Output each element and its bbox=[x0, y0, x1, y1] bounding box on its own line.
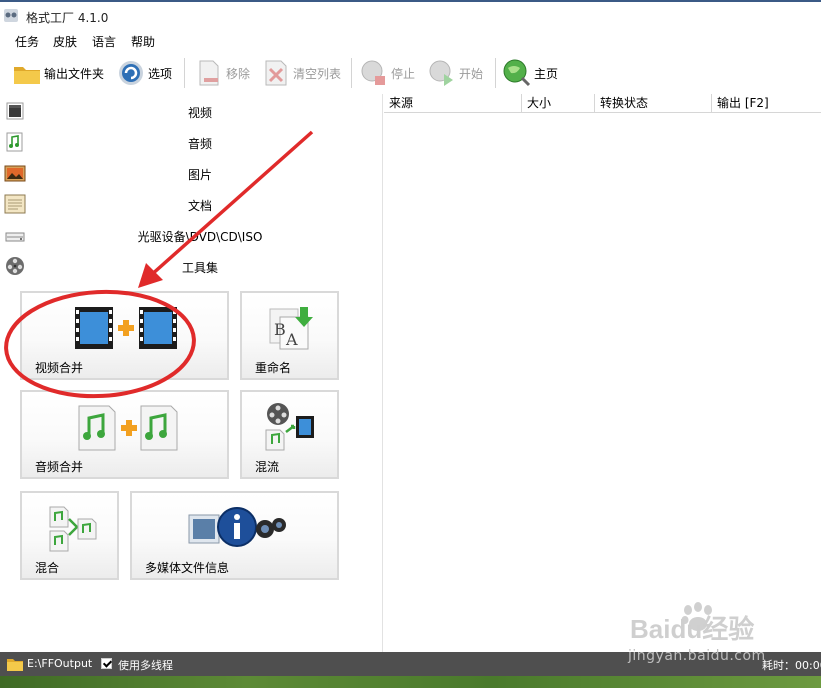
watermark-brand: Baidu经验 bbox=[630, 614, 754, 644]
output-folder-button[interactable]: 输出文件夹 bbox=[12, 58, 104, 88]
category-toolset-label: 工具集 bbox=[181, 261, 218, 275]
output-path-link[interactable]: E:\FFOutput bbox=[27, 657, 92, 670]
home-label: 主页 bbox=[534, 66, 559, 81]
category-video-label: 视频 bbox=[187, 106, 212, 120]
category-audio[interactable]: 音频 bbox=[0, 127, 383, 158]
mux-label: 混流 bbox=[255, 460, 280, 474]
category-picture-label: 图片 bbox=[187, 168, 212, 182]
baidu-watermark: Baidu经验 jingyan.baidu.com bbox=[628, 600, 788, 670]
app-icon bbox=[4, 9, 18, 22]
remove-label: 移除 bbox=[226, 66, 251, 81]
clear-list-button[interactable]: 清空列表 bbox=[261, 58, 341, 88]
task-list[interactable]: 来源 大小 转换状态 输出 [F2] bbox=[384, 94, 821, 652]
column-source[interactable]: 来源 bbox=[384, 94, 522, 113]
category-disc-devices-label: 光驱设备\DVD\CD\ISO bbox=[137, 230, 263, 244]
mux-tile[interactable]: 混流 bbox=[240, 390, 339, 479]
format-factory-window: 格式工厂 4.1.0 任务 皮肤 语言 帮助 输出文件夹 选项 移除 清空列表 … bbox=[0, 0, 821, 688]
home-globe-icon bbox=[503, 59, 531, 87]
window-title: 格式工厂 4.1.0 bbox=[26, 11, 109, 25]
panel-divider[interactable] bbox=[382, 94, 383, 652]
title-bar: 格式工厂 4.1.0 bbox=[0, 2, 821, 30]
media-info-icon bbox=[188, 507, 286, 547]
video-join-tile[interactable]: 视频合并 bbox=[20, 291, 229, 380]
menu-help[interactable]: 帮助 bbox=[131, 33, 155, 50]
multithread-checkbox[interactable] bbox=[101, 658, 112, 669]
start-label: 开始 bbox=[459, 66, 484, 81]
svg-text:A: A bbox=[285, 330, 298, 349]
menu-language[interactable]: 语言 bbox=[92, 33, 116, 50]
audio-join-icon bbox=[78, 405, 178, 451]
audio-join-label: 音频合并 bbox=[35, 460, 84, 474]
toolbar-separator bbox=[351, 58, 352, 88]
stop-button[interactable]: 停止 bbox=[359, 58, 415, 88]
remove-document-icon bbox=[199, 60, 219, 86]
output-folder-label: 输出文件夹 bbox=[44, 66, 105, 81]
multithread-label: 使用多线程 bbox=[118, 659, 173, 672]
toolbar-separator bbox=[184, 58, 185, 88]
stop-icon bbox=[361, 60, 385, 85]
menu-bar: 任务 皮肤 语言 帮助 bbox=[0, 30, 821, 52]
start-icon bbox=[429, 60, 453, 86]
category-toolset[interactable]: 工具集 bbox=[0, 251, 383, 282]
watermark-url: jingyan.baidu.com bbox=[628, 648, 766, 664]
category-picture[interactable]: 图片 bbox=[0, 158, 383, 189]
options-button[interactable]: 选项 bbox=[116, 58, 172, 88]
media-info-label: 多媒体文件信息 bbox=[145, 561, 230, 575]
svg-text:B: B bbox=[274, 320, 286, 339]
rename-label: 重命名 bbox=[255, 361, 292, 375]
video-join-label: 视频合并 bbox=[35, 361, 84, 375]
baidu-paw-logo: Baidu经验 bbox=[630, 602, 754, 644]
category-document-label: 文档 bbox=[187, 199, 212, 213]
clear-list-icon bbox=[265, 60, 287, 86]
audio-join-tile[interactable]: 音频合并 bbox=[20, 390, 229, 479]
mix-label: 混合 bbox=[35, 561, 60, 575]
mux-icon bbox=[265, 403, 314, 451]
toolbar-separator bbox=[495, 58, 496, 88]
desktop-background-strip bbox=[0, 676, 821, 688]
remove-button[interactable]: 移除 bbox=[194, 58, 250, 88]
column-output[interactable]: 输出 [F2] bbox=[712, 94, 821, 113]
function-panel: 视频 音频 图片 文档 光驱设备\DVD\CD\ISO 工具集 视频合并 B A… bbox=[0, 94, 383, 652]
options-gear-icon bbox=[119, 61, 143, 85]
category-document[interactable]: 文档 bbox=[0, 189, 383, 220]
options-label: 选项 bbox=[148, 66, 173, 81]
folder-icon bbox=[7, 659, 23, 671]
media-info-tile[interactable]: 多媒体文件信息 bbox=[130, 491, 339, 580]
stop-label: 停止 bbox=[391, 66, 416, 81]
video-join-icon bbox=[75, 307, 177, 349]
toolbar: 输出文件夹 选项 移除 清空列表 停止 开始 主页 bbox=[0, 52, 821, 92]
category-video[interactable]: 视频 bbox=[0, 96, 383, 127]
folder-icon bbox=[14, 67, 40, 84]
menu-skin[interactable]: 皮肤 bbox=[53, 33, 77, 50]
menu-task[interactable]: 任务 bbox=[15, 33, 39, 50]
mix-icon bbox=[49, 506, 97, 552]
category-disc-devices[interactable]: 光驱设备\DVD\CD\ISO bbox=[0, 220, 383, 251]
start-button[interactable]: 开始 bbox=[427, 58, 483, 88]
column-status[interactable]: 转换状态 bbox=[595, 94, 712, 113]
mix-tile[interactable]: 混合 bbox=[20, 491, 119, 580]
category-audio-label: 音频 bbox=[187, 137, 212, 151]
column-size[interactable]: 大小 bbox=[522, 94, 595, 113]
clear-list-label: 清空列表 bbox=[293, 66, 342, 81]
home-button[interactable]: 主页 bbox=[502, 58, 558, 88]
rename-tile[interactable]: B A 重命名 bbox=[240, 291, 339, 380]
rename-icon: B A bbox=[269, 307, 313, 350]
